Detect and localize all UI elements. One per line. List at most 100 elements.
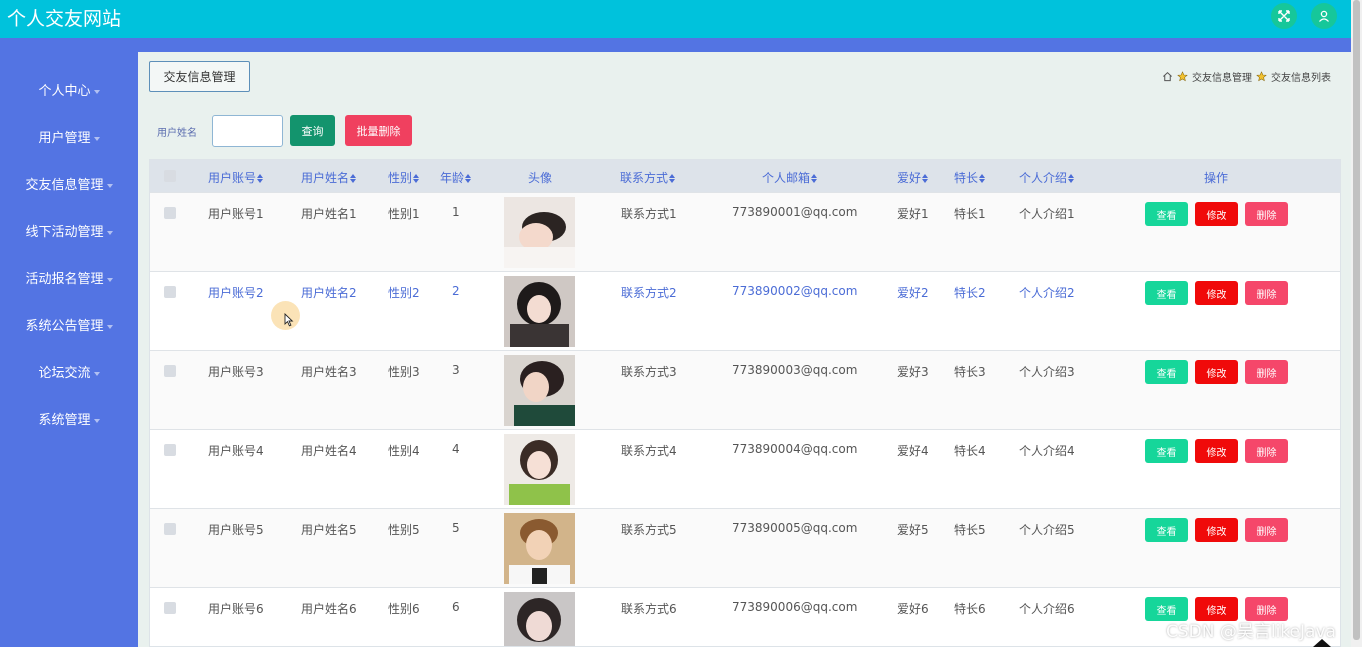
- cell-intro: 个人介绍5: [1019, 523, 1075, 537]
- cell-gender: 性别4: [388, 444, 420, 458]
- row-checkbox[interactable]: [164, 207, 176, 219]
- cell-hobby: 爱好1: [897, 207, 929, 221]
- delete-button[interactable]: 删除: [1245, 281, 1288, 305]
- cell-name: 用户姓名6: [301, 602, 357, 616]
- edit-button[interactable]: 修改: [1195, 360, 1238, 384]
- row-checkbox[interactable]: [164, 602, 176, 614]
- delete-button[interactable]: 删除: [1245, 518, 1288, 542]
- row-checkbox[interactable]: [164, 365, 176, 377]
- edit-button[interactable]: 修改: [1195, 202, 1238, 226]
- column-header-hobby[interactable]: 爱好: [897, 169, 929, 186]
- column-header-account[interactable]: 用户账号: [208, 169, 264, 186]
- avatar-image: [504, 355, 575, 426]
- cell-age: 2: [452, 284, 460, 298]
- cell-intro: 个人介绍3: [1019, 365, 1075, 379]
- header-strip: [0, 38, 1351, 52]
- page-tab[interactable]: 交友信息管理: [149, 61, 250, 92]
- row-checkbox[interactable]: [164, 523, 176, 535]
- cell-gender: 性别6: [388, 602, 420, 616]
- name-search-input[interactable]: [212, 115, 283, 147]
- cell-name: 用户姓名5: [301, 523, 357, 537]
- sidebar-item-users[interactable]: 用户管理: [0, 127, 138, 146]
- cell-hobby: 爱好5: [897, 523, 929, 537]
- cell-hobby: 爱好4: [897, 444, 929, 458]
- cell-gender: 性别3: [388, 365, 420, 379]
- cell-skill: 特长5: [954, 523, 986, 537]
- breadcrumb-item[interactable]: 交友信息管理: [1192, 69, 1252, 84]
- table-row: 用户账号5 用户姓名5 性别5 5 联系方式5 773890005@qq.com…: [150, 508, 1340, 587]
- chevron-down-icon: [93, 89, 100, 94]
- top-bar: 个人交友网站: [0, 0, 1351, 38]
- cell-email: 773890005@qq.com: [732, 521, 858, 535]
- sidebar-item-announcements[interactable]: 系统公告管理: [0, 315, 138, 334]
- sidebar-item-label: 线下活动管理: [25, 225, 104, 240]
- view-button[interactable]: 查看: [1145, 202, 1188, 226]
- chevron-down-icon: [93, 136, 100, 141]
- cell-account: 用户账号6: [208, 602, 264, 616]
- cell-account: 用户账号3: [208, 365, 264, 379]
- sidebar-item-system[interactable]: 系统管理: [0, 409, 138, 428]
- user-icon[interactable]: [1311, 3, 1337, 29]
- column-header-email[interactable]: 个人邮箱: [762, 169, 818, 186]
- cell-skill: 特长2: [954, 286, 986, 300]
- breadcrumb: 交友信息管理 交友信息列表: [1162, 69, 1331, 84]
- home-icon[interactable]: [1162, 71, 1173, 82]
- sort-icon: [979, 174, 986, 183]
- avatar-image: [504, 434, 575, 505]
- column-header-actions: 操作: [1204, 171, 1229, 185]
- cell-intro: 个人介绍2: [1019, 286, 1075, 300]
- cell-account: 用户账号4: [208, 444, 264, 458]
- column-header-contact[interactable]: 联系方式: [620, 169, 676, 186]
- row-checkbox[interactable]: [164, 444, 176, 456]
- cell-account: 用户账号2: [208, 286, 264, 300]
- view-button[interactable]: 查看: [1145, 518, 1188, 542]
- cell-age: 3: [452, 363, 460, 377]
- delete-button[interactable]: 删除: [1245, 439, 1288, 463]
- sidebar-item-dating-info[interactable]: 交友信息管理: [0, 174, 138, 193]
- breadcrumb-item: 交友信息列表: [1271, 73, 1331, 84]
- select-all-checkbox[interactable]: [164, 170, 176, 182]
- table-row: 用户账号3 用户姓名3 性别3 3 联系方式3 773890003@qq.com…: [150, 350, 1340, 429]
- row-checkbox[interactable]: [164, 286, 176, 298]
- sidebar: 个人中心 用户管理 交友信息管理 线下活动管理 活动报名管理 系统公告管理 论坛…: [0, 52, 138, 647]
- cell-contact: 联系方式5: [621, 523, 677, 537]
- cell-skill: 特长1: [954, 207, 986, 221]
- sidebar-item-activity-signup[interactable]: 活动报名管理: [0, 268, 138, 287]
- edit-button[interactable]: 修改: [1195, 281, 1238, 305]
- cell-gender: 性别5: [388, 523, 420, 537]
- sidebar-item-label: 个人中心: [38, 84, 91, 99]
- avatar-image: [504, 513, 575, 584]
- view-button[interactable]: 查看: [1145, 281, 1188, 305]
- sidebar-item-label: 论坛交流: [38, 366, 91, 381]
- column-header-intro[interactable]: 个人介绍: [1019, 169, 1075, 186]
- query-button[interactable]: 查询: [290, 115, 335, 146]
- fullscreen-icon[interactable]: [1271, 3, 1297, 29]
- delete-button[interactable]: 删除: [1245, 360, 1288, 384]
- sidebar-item-personal-center[interactable]: 个人中心: [0, 80, 138, 99]
- main-content: 交友信息管理 交友信息管理 交友信息列表 用户姓名 查询 批量删除 用户账号 用…: [138, 52, 1351, 647]
- pointer-icon: [284, 313, 294, 327]
- sidebar-item-label: 系统管理: [38, 413, 91, 428]
- view-button[interactable]: 查看: [1145, 439, 1188, 463]
- edit-button[interactable]: 修改: [1195, 518, 1238, 542]
- column-header-gender[interactable]: 性别: [388, 169, 420, 186]
- cell-age: 4: [452, 442, 460, 456]
- column-header-name[interactable]: 用户姓名: [301, 169, 357, 186]
- back-to-top-icon[interactable]: [1313, 639, 1331, 647]
- cell-skill: 特长6: [954, 602, 986, 616]
- cell-contact: 联系方式6: [621, 602, 677, 616]
- cell-age: 5: [452, 521, 460, 535]
- column-header-skill[interactable]: 特长: [954, 169, 986, 186]
- sidebar-item-forum[interactable]: 论坛交流: [0, 362, 138, 381]
- column-header-age[interactable]: 年龄: [440, 169, 472, 186]
- cell-age: 6: [452, 600, 460, 614]
- cell-contact: 联系方式4: [621, 444, 677, 458]
- sort-icon: [350, 174, 357, 183]
- scrollbar-thumb[interactable]: [1353, 0, 1360, 640]
- edit-button[interactable]: 修改: [1195, 439, 1238, 463]
- view-button[interactable]: 查看: [1145, 360, 1188, 384]
- delete-button[interactable]: 删除: [1245, 202, 1288, 226]
- site-title: 个人交友网站: [7, 8, 122, 30]
- sidebar-item-offline-activities[interactable]: 线下活动管理: [0, 221, 138, 240]
- batch-delete-button[interactable]: 批量删除: [345, 115, 412, 146]
